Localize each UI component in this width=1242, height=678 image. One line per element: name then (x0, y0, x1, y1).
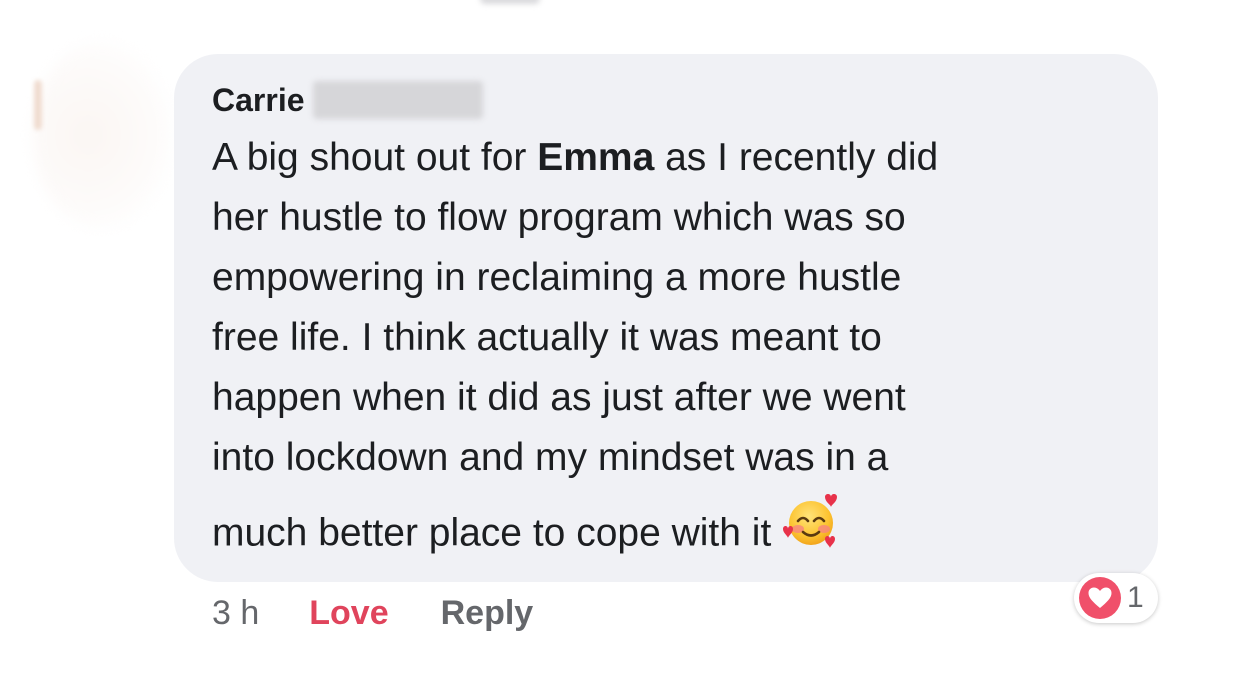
comment-line: free life. I think actually it was meant… (212, 316, 882, 359)
comment-text-segment: A big shout out for (212, 136, 538, 179)
comment-line: empowering in reclaiming a more hustle (212, 256, 902, 299)
comment-text-segment: as I recently did (654, 136, 939, 179)
comment-text-segment: much better place to cope with it (212, 511, 772, 555)
love-button[interactable]: Love (309, 594, 388, 633)
comment-screen: Carrie A big shout out for Emma as I rec… (0, 0, 1242, 678)
avatar-edge (34, 80, 42, 130)
mention-tag[interactable]: Emma (537, 136, 654, 179)
comment-line: her hustle to flow program which was so (212, 196, 906, 239)
comment-line: much better place to cope with it (212, 494, 1142, 569)
comment-actions: 3 h Love Reply (212, 590, 533, 636)
comment-author-row: Carrie (212, 80, 483, 120)
author-name[interactable]: Carrie (212, 82, 305, 119)
heart-icon (1079, 577, 1121, 619)
avatar[interactable] (32, 40, 172, 230)
author-surname-redacted (312, 81, 483, 119)
comment-line: happen when it did as just after we went (212, 376, 906, 419)
comment-line: A big shout out for Emma as I recently d… (212, 128, 1142, 188)
comment-text: A big shout out for Emma as I recently d… (212, 128, 1142, 569)
blurred-content-above (480, 0, 540, 4)
comment-line: into lockdown and my mindset was in a (212, 436, 889, 479)
reaction-count: 1 (1127, 581, 1144, 614)
reaction-summary[interactable]: 1 (1074, 573, 1158, 623)
reply-button[interactable]: Reply (441, 594, 534, 633)
smiling-face-with-hearts-icon (781, 491, 841, 569)
comment-timestamp: 3 h (212, 593, 260, 632)
